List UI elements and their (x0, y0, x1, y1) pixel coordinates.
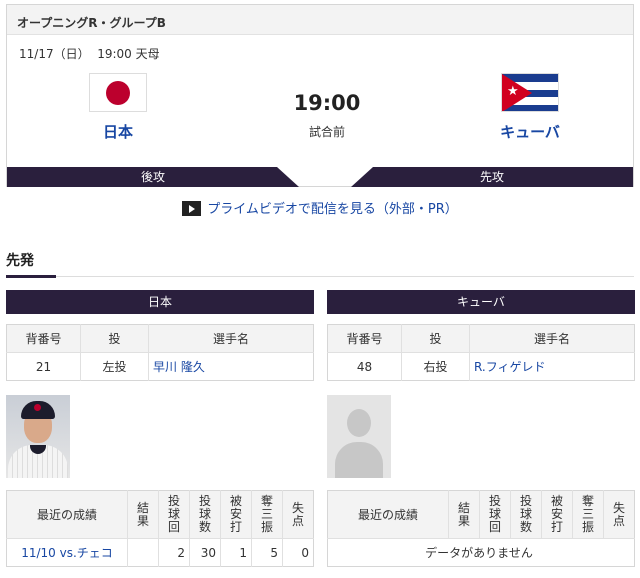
cuba-flag-icon: ★ (501, 73, 559, 112)
player-photo (6, 395, 70, 478)
away-recent-stats-table: 最近の成績 結果 投球回 投球数 被安打 奪三振 失点 データがありません (327, 490, 635, 567)
pitches-cell: 30 (189, 538, 221, 567)
runs-header: 失点 (282, 490, 314, 539)
player-throws: 右投 (401, 352, 470, 381)
home-team[interactable]: 日本 (73, 73, 163, 142)
strikeouts-cell: 5 (251, 538, 283, 567)
result-cell (127, 538, 159, 567)
starters-title: 先発 (6, 253, 34, 269)
section-underline (6, 275, 56, 278)
hits-header: 被安打 (220, 490, 252, 539)
time-venue-text: 19:00 天母 (97, 47, 160, 61)
number-header: 背番号 (6, 324, 81, 353)
recent-header: 最近の成績 (327, 490, 449, 539)
innings-header: 投球回 (158, 490, 190, 539)
result-header: 結果 (448, 490, 480, 539)
innings-cell: 2 (158, 538, 190, 567)
away-team-name[interactable]: キューバ (485, 121, 575, 142)
away-starter-column: キューバ 背番号 投 選手名 48 右投 R.フィゲレド 最近の成績 結果 投球… (327, 290, 635, 567)
match-status: 試合前 (308, 125, 345, 139)
date-text: 11/17（日） (19, 47, 90, 61)
player-name-link[interactable]: 早川 隆久 (149, 353, 314, 381)
away-side-bar: 先攻 (351, 167, 633, 187)
recent-header: 最近の成績 (6, 490, 128, 539)
home-starter-team-bar: 日本 (6, 290, 314, 314)
home-side-bar: 後攻 (7, 167, 299, 187)
prime-video-link[interactable]: プライムビデオで配信を見る（外部・PR） (0, 198, 640, 217)
player-header: 選手名 (469, 324, 635, 353)
table-row: 21 左投 早川 隆久 (6, 352, 314, 381)
table-row: 11/10 vs.チェコ 2 30 1 5 0 (6, 538, 314, 567)
game-link[interactable]: 11/10 vs.チェコ (6, 538, 128, 567)
away-starter-team-bar: キューバ (327, 290, 635, 314)
table-row: データがありません (328, 539, 635, 567)
home-pitcher-table: 背番号 投 選手名 21 左投 早川 隆久 (6, 324, 314, 381)
game-card: オープニングR・グループB 11/17（日） 19:00 天母 日本 19:00… (6, 4, 634, 187)
prime-video-link-text[interactable]: プライムビデオで配信を見る（外部・PR） (207, 202, 458, 217)
home-starter-column: 日本 背番号 投 選手名 21 左投 早川 隆久 最近の成績 結果 投球回 投球… (6, 290, 314, 567)
away-team[interactable]: ★ キューバ (485, 73, 575, 142)
game-date: 11/17（日） 19:00 天母 (19, 45, 160, 62)
strikeouts-header: 奪三振 (251, 490, 283, 539)
away-pitcher-table: 背番号 投 選手名 48 右投 R.フィゲレド (327, 324, 635, 381)
player-name-link[interactable]: R.フィゲレド (470, 353, 635, 381)
innings-header: 投球回 (479, 490, 511, 539)
number-header: 背番号 (327, 324, 402, 353)
hits-header: 被安打 (541, 490, 573, 539)
strikeouts-header: 奪三振 (572, 490, 604, 539)
home-recent-stats-table: 最近の成績 結果 投球回 投球数 被安打 奪三振 失点 11/10 vs.チェコ… (6, 490, 314, 567)
round-title: オープニングR・グループB (7, 5, 633, 35)
japan-flag-icon (89, 73, 147, 112)
runs-cell: 0 (301, 545, 309, 560)
hits-cell: 1 (220, 538, 252, 567)
throws-header: 投 (401, 324, 470, 353)
throws-header: 投 (80, 324, 149, 353)
table-row: 48 右投 R.フィゲレド (327, 352, 635, 381)
no-photo-placeholder-icon (327, 395, 391, 478)
result-header: 結果 (127, 490, 159, 539)
section-divider (6, 276, 634, 277)
match-time: 19:00 (293, 91, 361, 115)
player-number: 48 (327, 352, 402, 381)
player-throws: 左投 (80, 352, 149, 381)
home-team-name[interactable]: 日本 (73, 121, 163, 142)
no-data-message: データがありません (425, 546, 533, 560)
play-icon (182, 201, 202, 216)
player-header: 選手名 (148, 324, 314, 353)
pitches-header: 投球数 (510, 490, 542, 539)
runs-header: 失点 (603, 490, 635, 539)
player-number: 21 (6, 352, 81, 381)
pitches-header: 投球数 (189, 490, 221, 539)
